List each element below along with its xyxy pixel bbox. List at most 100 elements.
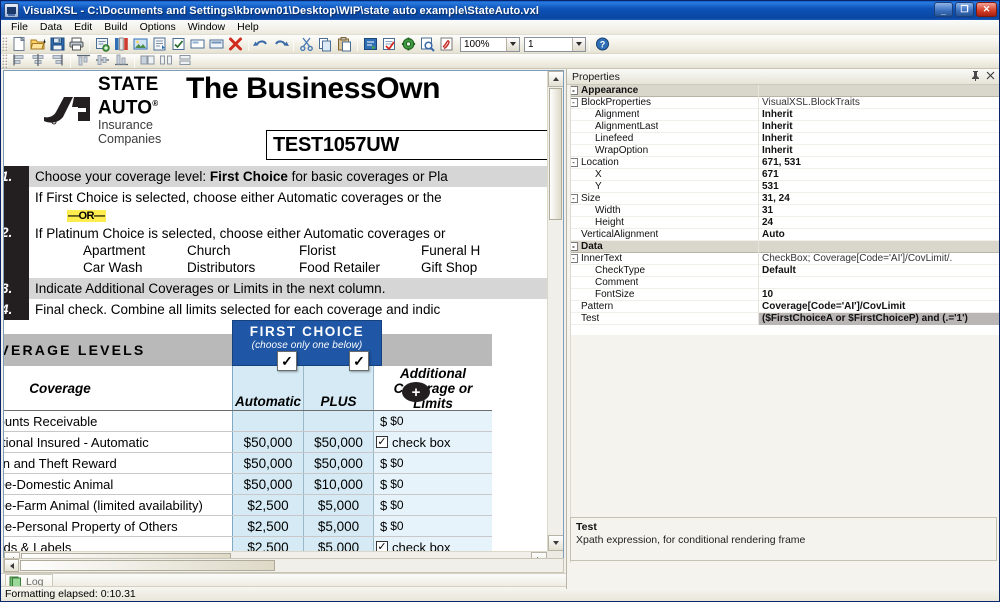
property-value[interactable]: Inherit (759, 145, 999, 157)
property-value[interactable]: VisualXSL.BlockTraits (759, 97, 999, 109)
page-combo[interactable]: 1 (524, 36, 586, 52)
label-icon[interactable] (208, 36, 225, 52)
property-value[interactable]: 10 (759, 289, 999, 301)
table-row[interactable]: Bailee-Personal Property of Others $2,50… (4, 516, 492, 537)
property-value[interactable]: 671, 531 (759, 157, 999, 169)
vertical-scroll-thumb[interactable] (549, 88, 562, 220)
property-row-innertext[interactable]: - InnerText CheckBox; Coverage[Code='AI']… (567, 252, 999, 265)
scroll-up-button[interactable] (548, 71, 563, 87)
table-row[interactable]: Accounts Receivable $$0 (4, 411, 492, 432)
property-row-alignmentlast[interactable]: AlignmentLast Inherit (567, 120, 999, 133)
menu-item-build[interactable]: Build (98, 20, 133, 34)
save-icon[interactable] (49, 36, 66, 52)
pane-horizontal-scrollbar[interactable] (3, 558, 564, 573)
row-additional-value[interactable]: $ $0 (374, 453, 492, 473)
table-row[interactable]: Bailee-Farm Animal (limited availability… (4, 495, 492, 516)
row-additional-value[interactable]: $ $0 (374, 516, 492, 536)
automatic-checkbox[interactable]: ✓ (277, 351, 297, 371)
property-value[interactable]: 671 (759, 169, 999, 181)
insert-field-icon[interactable] (94, 36, 111, 52)
row-additional-value[interactable]: $ $0 (374, 411, 492, 431)
delete-icon[interactable] (227, 36, 244, 52)
restore-button[interactable]: ❐ (955, 2, 974, 17)
plus-checkbox[interactable]: ✓ (349, 351, 369, 371)
property-category-data[interactable]: - Data (567, 240, 999, 253)
align-right-icon[interactable] (49, 53, 66, 69)
checkbox-icon[interactable] (170, 36, 187, 52)
space-vertical-icon[interactable] (177, 53, 194, 69)
pdf-icon[interactable] (438, 36, 455, 52)
property-value[interactable] (759, 277, 999, 289)
property-value[interactable]: Default (759, 265, 999, 277)
settings-gear-icon[interactable] (400, 36, 417, 52)
property-row-verticalalignment[interactable]: VerticalAlignment Auto (567, 228, 999, 241)
property-row-checktype[interactable]: CheckType Default (567, 264, 999, 277)
document-canvas[interactable]: STATE AUTO® Insurance Companies The Busi… (4, 71, 549, 553)
property-value[interactable]: ($FirstChoiceA or $FirstChoiceP) and (.=… (759, 312, 999, 325)
property-row-fontsize[interactable]: FontSize 10 (567, 288, 999, 301)
space-horizontal-icon[interactable] (158, 53, 175, 69)
menu-item-data[interactable]: Data (34, 20, 68, 34)
property-row-height[interactable]: Height 24 (567, 216, 999, 229)
align-middle-icon[interactable] (94, 53, 111, 69)
property-value[interactable]: Auto (759, 229, 999, 241)
property-value[interactable]: 31 (759, 205, 999, 217)
property-value[interactable]: 531 (759, 181, 999, 193)
property-row-alignment[interactable]: Alignment Inherit (567, 108, 999, 121)
menu-item-window[interactable]: Window (182, 20, 231, 34)
table-row[interactable]: Arson and Theft Reward $50,000 $50,000 $… (4, 453, 492, 474)
preview-icon[interactable] (419, 36, 436, 52)
property-row-blockproperties[interactable]: - BlockProperties VisualXSL.BlockTraits (567, 96, 999, 109)
scroll-down-button[interactable] (548, 535, 563, 551)
row-checkbox-icon[interactable]: ✓ (376, 436, 388, 448)
table-row[interactable]: Additional Insured - Automatic $50,000 $… (4, 432, 492, 453)
help-icon[interactable]: ? (594, 36, 611, 52)
property-row-linefeed[interactable]: Linefeed Inherit (567, 132, 999, 145)
row-additional-value[interactable]: ✓ check box (374, 432, 492, 452)
chevron-down-icon[interactable] (572, 37, 585, 51)
table-row[interactable]: Bailee-Domestic Animal $50,000 $10,000 $… (4, 474, 492, 495)
columns-icon[interactable] (113, 36, 130, 52)
cut-icon[interactable] (298, 36, 315, 52)
new-document-icon[interactable] (11, 36, 28, 52)
property-row-x[interactable]: X 671 (567, 168, 999, 181)
menu-item-options[interactable]: Options (134, 20, 182, 34)
property-value[interactable]: Coverage[Code='AI']/CovLimit (759, 301, 999, 313)
align-top-icon[interactable] (75, 53, 92, 69)
property-value[interactable]: Inherit (759, 109, 999, 121)
document-vertical-scrollbar[interactable] (547, 71, 563, 551)
property-row-comment[interactable]: Comment (567, 276, 999, 289)
property-value[interactable]: 31, 24 (759, 193, 999, 205)
align-bottom-icon[interactable] (113, 53, 130, 69)
minimize-button[interactable]: _ (934, 2, 953, 17)
validate-icon[interactable] (381, 36, 398, 52)
property-value[interactable]: Inherit (759, 133, 999, 145)
menu-item-edit[interactable]: Edit (68, 20, 98, 34)
toolbar-grip[interactable] (2, 37, 8, 51)
row-additional-value[interactable]: $ $0 (374, 474, 492, 494)
property-value[interactable]: Inherit (759, 121, 999, 133)
insert-image-icon[interactable] (132, 36, 149, 52)
menu-item-file[interactable]: File (5, 20, 34, 34)
property-row-size[interactable]: - Size 31, 24 (567, 192, 999, 205)
close-button[interactable]: ✕ (976, 2, 997, 17)
redo-icon[interactable] (272, 36, 289, 52)
property-row-location[interactable]: - Location 671, 531 (567, 156, 999, 169)
align-center-icon[interactable] (30, 53, 47, 69)
form-number-box[interactable]: TEST1057UW (266, 130, 549, 160)
copy-icon[interactable] (317, 36, 334, 52)
close-icon[interactable] (986, 71, 995, 83)
build-icon[interactable] (362, 36, 379, 52)
row-additional-value[interactable]: $ $0 (374, 495, 492, 515)
align-left-icon[interactable] (11, 53, 28, 69)
property-row-wrapoption[interactable]: WrapOption Inherit (567, 144, 999, 157)
chevron-down-icon[interactable] (506, 37, 519, 51)
property-category-appearance[interactable]: - Appearance (567, 85, 999, 97)
undo-icon[interactable] (253, 36, 270, 52)
menu-item-help[interactable]: Help (231, 20, 265, 34)
toolbar-grip[interactable] (2, 54, 8, 68)
pin-icon[interactable] (971, 70, 980, 81)
properties-grid[interactable]: - Appearance - BlockProperties VisualXSL.B… (567, 85, 999, 335)
property-row-test[interactable]: Test ($FirstChoiceA or $FirstChoiceP) an… (567, 312, 999, 325)
open-folder-icon[interactable] (30, 36, 47, 52)
